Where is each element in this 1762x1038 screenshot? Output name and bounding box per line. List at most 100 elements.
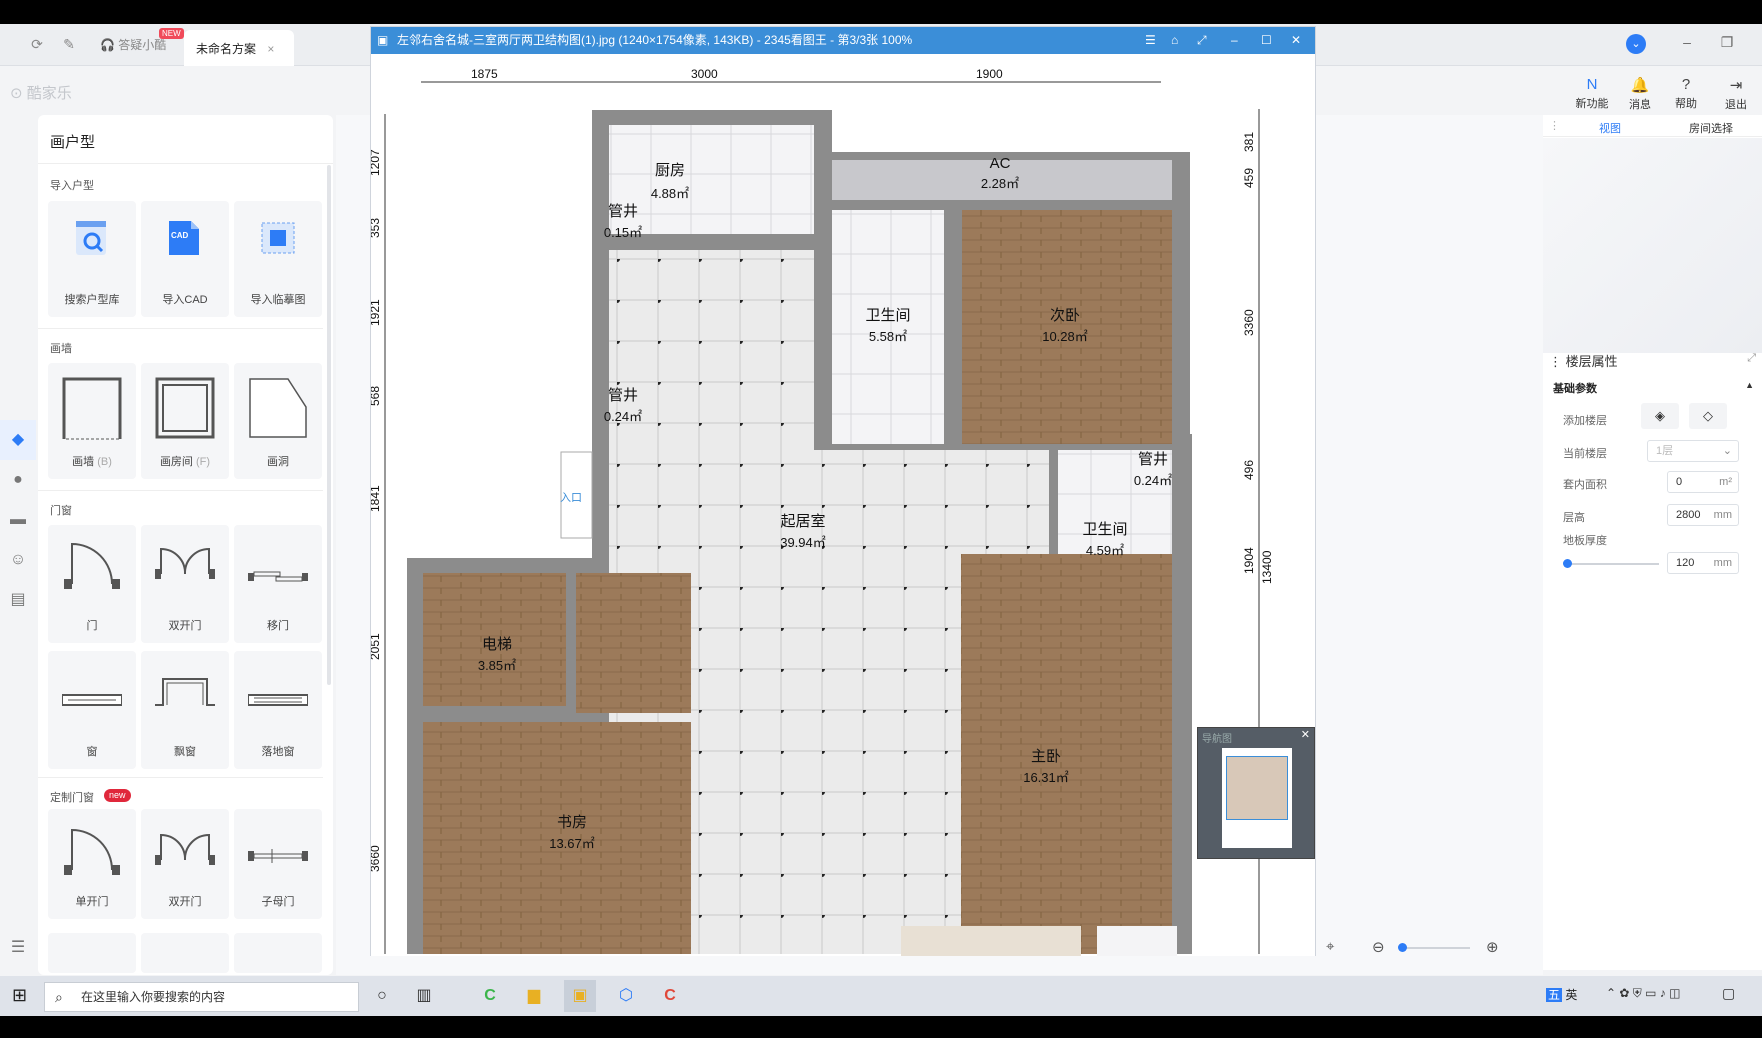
ime-indicator[interactable]: 五 英	[1546, 986, 1577, 1003]
more-item-card[interactable]	[141, 933, 229, 973]
sliding-door-icon	[248, 571, 308, 582]
tab-close-icon[interactable]: ×	[267, 42, 274, 56]
double-door-icon	[155, 833, 215, 865]
tab-room-select[interactable]: 房间选择	[1689, 120, 1733, 136]
height-field[interactable]: mm 2800	[1667, 504, 1739, 526]
sliding-door-card[interactable]: 移门	[234, 525, 322, 643]
thickness-slider-handle[interactable]	[1563, 559, 1572, 568]
search-floorplan-card[interactable]: 搜索户型库	[48, 201, 136, 317]
more-item-card[interactable]	[234, 933, 322, 973]
inner-area-field[interactable]: m² 0	[1667, 471, 1739, 493]
mother-child-door-label: 子母门	[261, 896, 295, 908]
rail-cabinet-icon[interactable]: ▤	[0, 580, 36, 620]
taskbar-search-input[interactable]: ⌕ 在这里输入你要搜索的内容	[44, 982, 359, 1012]
draw-room-card[interactable]: 画房间 (F)	[141, 363, 229, 479]
door-card[interactable]: 门	[48, 525, 136, 643]
double-door-card[interactable]: 双开门	[141, 525, 229, 643]
add-floor-above-button[interactable]: ◈	[1641, 403, 1679, 429]
divider	[38, 490, 323, 491]
dim-label: 1207	[371, 149, 382, 176]
browser-app-icon[interactable]: ⬡	[610, 980, 642, 1012]
floor-window-card[interactable]: 落地窗	[234, 651, 322, 769]
dim-label: 1921	[371, 299, 382, 326]
pin-icon[interactable]: ✎	[58, 33, 80, 55]
dim-label: 496	[1242, 460, 1256, 480]
minimap-close-icon[interactable]: ✕	[1301, 728, 1310, 741]
zoom-out-icon[interactable]: ⊖	[1372, 938, 1385, 956]
restore-icon[interactable]: ❐	[1712, 34, 1742, 51]
zoom-slider[interactable]	[1400, 947, 1470, 949]
current-floor-select[interactable]: ⌄ 1层	[1647, 440, 1739, 462]
viewer-minimap[interactable]: 导航图 ✕	[1197, 727, 1315, 859]
inner-area-value: 0	[1676, 476, 1683, 488]
notification-icon[interactable]: ▢	[1722, 985, 1735, 1002]
import-cad-card[interactable]: CAD 导入CAD	[141, 201, 229, 317]
bay-window-card[interactable]: 飘窗	[141, 651, 229, 769]
current-floor-value: 1层	[1656, 445, 1674, 457]
fullscreen-icon[interactable]: ⤢	[1197, 27, 1207, 54]
draw-wall-card[interactable]: 画墙 (B)	[48, 363, 136, 479]
app-red-icon[interactable]: C	[654, 980, 686, 1012]
room-area: 2.28㎡	[981, 176, 1019, 191]
second-bedroom-floor	[962, 210, 1172, 444]
tray-icons[interactable]: ⌃ ✿ ⛨ ▭ ♪ ◫	[1606, 986, 1680, 1001]
tab-view[interactable]: 视图	[1599, 120, 1621, 136]
floorplan-image[interactable]: 厨房 4.88㎡ AC 2.28㎡ 管井 0.15㎡ 卫生间 5.58㎡ 次卧 …	[371, 54, 1315, 956]
rail-user-icon[interactable]: ☺	[0, 540, 36, 580]
door-label: 门	[86, 620, 98, 632]
image-viewer-app-icon[interactable]: ▣	[564, 980, 596, 1012]
dim-label: 1841	[371, 485, 382, 512]
messages-button[interactable]: 🔔 消息	[1620, 76, 1660, 112]
refresh-icon[interactable]: ⟳	[26, 33, 48, 55]
dim-label: 1904	[1242, 547, 1256, 574]
search-icon: ⌕	[55, 989, 63, 1005]
collapse-section-icon[interactable]: ▲	[1745, 380, 1754, 390]
rail-draw-icon[interactable]: ◆	[0, 420, 36, 460]
window-card[interactable]: 窗	[48, 651, 136, 769]
help-button[interactable]: ? 帮助	[1666, 76, 1706, 111]
door-icon	[64, 542, 120, 589]
zoom-in-icon[interactable]: ⊕	[1486, 938, 1499, 956]
help-label: 帮助	[1675, 98, 1697, 110]
skin-icon[interactable]: ⌂	[1171, 27, 1178, 54]
rail-layers-icon[interactable]: ☰	[0, 928, 36, 968]
custom-double-door-card[interactable]: 双开门	[141, 809, 229, 919]
expand-icon[interactable]: ⤢	[1747, 352, 1756, 365]
add-floor-below-button[interactable]: ◇	[1689, 403, 1727, 429]
window-label: 窗	[86, 746, 98, 758]
focus-icon[interactable]: ⌖	[1326, 938, 1334, 955]
import-trace-card[interactable]: 导入临摹图	[234, 201, 322, 317]
viewer-titlebar[interactable]: ▣ 左邻右舍名城-三室两厅两卫结构图(1).jpg (1240×1754像素, …	[371, 27, 1315, 54]
3d-preview[interactable]	[1543, 138, 1762, 353]
rail-bulb-icon[interactable]: ●	[0, 460, 36, 500]
drag-handle-icon[interactable]: ⋮	[1549, 119, 1560, 132]
task-view-icon[interactable]: ▥	[408, 980, 440, 1012]
single-door-card[interactable]: 单开门	[48, 809, 136, 919]
thickness-slider[interactable]	[1565, 563, 1659, 565]
room-name: 主卧	[1031, 748, 1061, 765]
panel-scrollbar[interactable]	[327, 165, 331, 685]
exit-label: 退出	[1725, 99, 1747, 111]
cortana-icon[interactable]: ○	[366, 980, 398, 1012]
new-feature-button[interactable]: N 新功能	[1572, 76, 1612, 111]
app-green-icon[interactable]: C	[474, 980, 506, 1012]
rail-sofa-icon[interactable]: ▬	[0, 500, 36, 540]
thickness-field[interactable]: mm 120	[1667, 552, 1739, 574]
draw-hole-card[interactable]: 画洞	[234, 363, 322, 479]
zoom-slider-handle[interactable]	[1398, 943, 1407, 952]
minimize-icon[interactable]: –	[1672, 34, 1702, 50]
viewer-minimize-icon[interactable]: –	[1231, 27, 1238, 54]
windows-start-icon[interactable]: ⊞	[12, 985, 27, 1006]
collapse-icon[interactable]: ⌄	[1626, 34, 1646, 54]
viewer-maximize-icon[interactable]: ☐	[1261, 27, 1272, 54]
exit-button[interactable]: ⇥ 退出	[1716, 76, 1756, 112]
viewer-close-icon[interactable]: ✕	[1291, 27, 1301, 54]
menu-icon[interactable]: ☰	[1145, 27, 1156, 54]
mother-child-door-card[interactable]: 子母门	[234, 809, 322, 919]
file-explorer-icon[interactable]: ▆	[518, 980, 550, 1012]
app-logo: ⊙ 酷家乐	[10, 85, 72, 102]
room-name: 卫生间	[865, 307, 910, 324]
more-item-card[interactable]	[48, 933, 136, 973]
room-area: 4.88㎡	[651, 186, 689, 201]
tab-active-plan[interactable]: 未命名方案 ×	[184, 30, 294, 68]
